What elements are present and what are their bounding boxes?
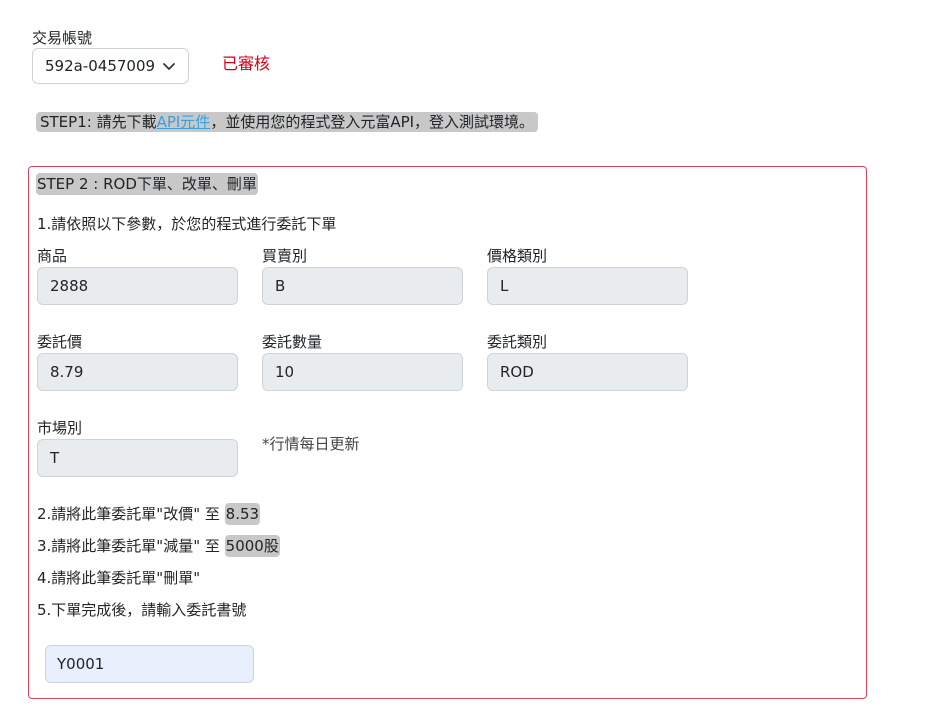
order-type-field: ROD <box>487 353 688 391</box>
price-type-field: L <box>487 267 688 305</box>
instruction-2-value: 8.53 <box>224 503 261 525</box>
chevron-down-icon <box>163 63 175 70</box>
instruction-3-text: 3.請將此筆委託單"減量" 至 <box>37 537 225 555</box>
instruction-3-value: 5000股 <box>224 535 280 557</box>
market-field: T <box>37 439 238 477</box>
price-label: 委託價 <box>37 333 83 351</box>
instruction-2: 2.請將此筆委託單"改價" 至 8.53 <box>37 503 261 525</box>
quantity-label: 委託數量 <box>262 333 323 351</box>
account-select[interactable]: 592a-0457009 <box>32 48 189 84</box>
step1-text: STEP1: 請先下載API元件，並使用您的程式登入元富API，登入測試環境。 <box>36 111 539 132</box>
step2-title-text: STEP 2 : ROD下單、改單、刪單 <box>36 173 258 195</box>
account-select-value: 592a-0457009 <box>45 57 156 75</box>
order-type-label: 委託類別 <box>487 333 548 351</box>
step1-highlight: STEP1: 請先下載API元件，並使用您的程式登入元富API，登入測試環境。 <box>36 112 539 132</box>
side-field: B <box>262 267 463 305</box>
instruction-5: 5.下單完成後，請輸入委託書號 <box>37 601 247 619</box>
side-label: 買賣別 <box>262 247 308 265</box>
step1-prefix: STEP1: 請先下載 <box>40 113 157 131</box>
step1-suffix: ，並使用您的程式登入元富API，登入測試環境。 <box>210 113 535 131</box>
market-note: *行情每日更新 <box>262 435 360 453</box>
order-number-input[interactable]: Y0001 <box>45 645 254 683</box>
account-status: 已審核 <box>222 54 271 73</box>
market-label: 市場別 <box>37 419 83 437</box>
instruction-3: 3.請將此筆委託單"減量" 至 5000股 <box>37 535 280 557</box>
instruction-1: 1.請依照以下參數，於您的程式進行委託下單 <box>37 215 337 233</box>
quantity-field: 10 <box>262 353 463 391</box>
account-label: 交易帳號 <box>32 29 93 47</box>
step2-title: STEP 2 : ROD下單、改單、刪單 <box>36 173 258 195</box>
api-download-link[interactable]: API元件 <box>157 113 211 131</box>
price-type-label: 價格類別 <box>487 247 548 265</box>
price-field: 8.79 <box>37 353 238 391</box>
product-field: 2888 <box>37 267 238 305</box>
product-label: 商品 <box>37 247 68 265</box>
instruction-2-text: 2.請將此筆委託單"改價" 至 <box>37 505 225 523</box>
instruction-4: 4.請將此筆委託單"刪單" <box>37 569 201 587</box>
